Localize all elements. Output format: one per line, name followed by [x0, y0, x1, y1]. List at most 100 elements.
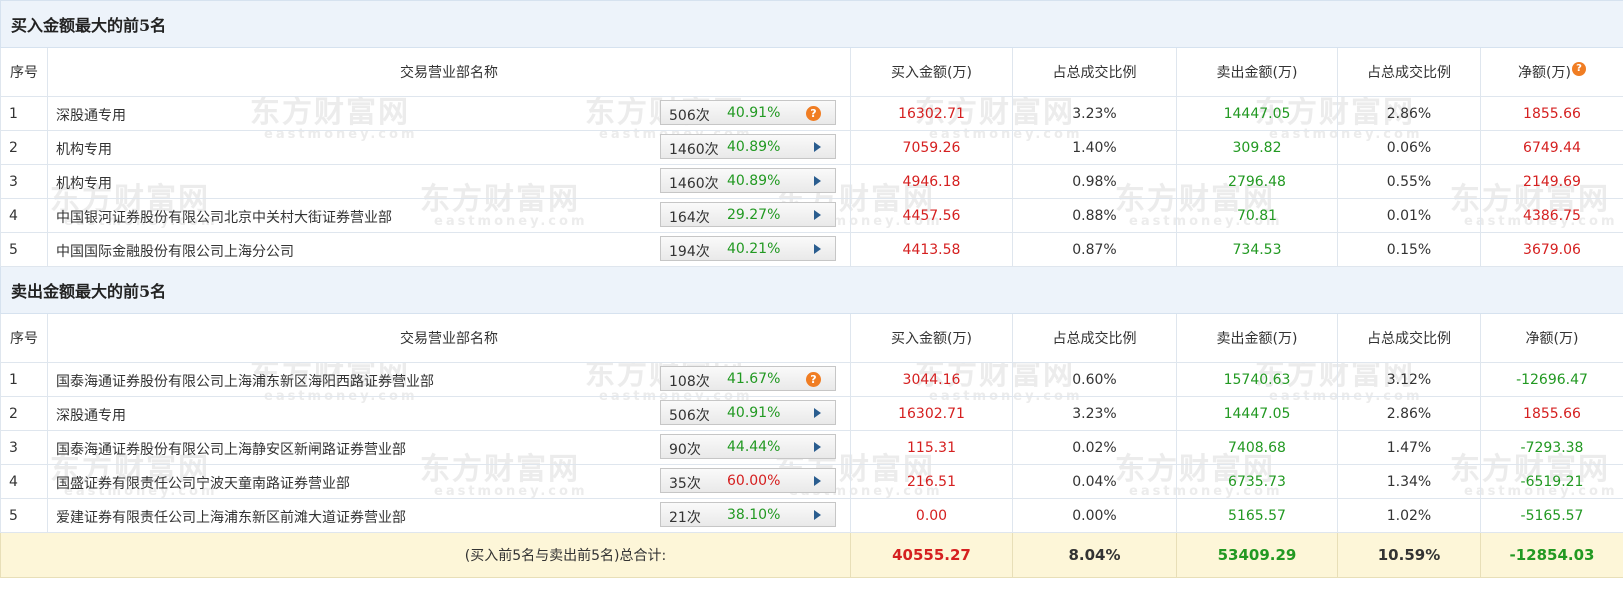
triangle-right-icon[interactable] — [814, 408, 821, 418]
appearance-count: 108次 — [669, 374, 710, 390]
table-row: 2 机构专用 1460次 40.89% 7059.26 1.40% 309.82 0.06% 6… — [0, 130, 1623, 165]
appearance-count: 506次 — [669, 108, 710, 124]
win-rate: 40.91% — [727, 105, 781, 121]
sell-ratio: 1.02% — [1337, 498, 1481, 533]
buy-amount: 0.00 — [850, 498, 1013, 533]
buy-amount: 16302.71 — [850, 396, 1013, 431]
header-buy-ratio: 占总成交比例 — [1012, 47, 1177, 97]
sell-ratio: 3.12% — [1337, 362, 1481, 397]
broker-name-link[interactable]: 深股通专用 — [56, 405, 126, 425]
broker-stats-tag[interactable]: 164次 29.27% — [660, 202, 836, 227]
win-rate: 40.89% — [727, 139, 781, 155]
net-amount: -5165.57 — [1480, 498, 1623, 533]
win-rate: 38.10% — [727, 507, 781, 523]
appearance-count: 35次 — [669, 476, 701, 492]
table-row: 2 深股通专用 506次 40.91% 16302.71 3.23% 14447.05 2.8… — [0, 396, 1623, 431]
broker-stats-tag[interactable]: 1460次 40.89% — [660, 134, 836, 159]
sell-amount: 14447.05 — [1176, 96, 1338, 131]
broker-stats-tag[interactable]: 506次 40.91% — [660, 400, 836, 425]
net-amount: -7293.38 — [1480, 430, 1623, 465]
broker-stats-tag[interactable]: 194次 40.21% — [660, 236, 836, 261]
sell-amount: 309.82 — [1176, 130, 1338, 165]
win-rate: 40.89% — [727, 173, 781, 189]
buy-amount: 16302.71 — [850, 96, 1013, 131]
header-sell-amount: 卖出金额(万) — [1176, 47, 1338, 97]
sell-section: 卖出金额最大的前5名 序号 交易营业部名称 买入金额(万) 占总成交比例 卖出金… — [0, 266, 1623, 533]
appearance-count: 21次 — [669, 510, 701, 526]
broker-name-link[interactable]: 机构专用 — [56, 173, 112, 193]
sell-ratio: 2.86% — [1337, 396, 1481, 431]
broker-name-link[interactable]: 深股通专用 — [56, 105, 126, 125]
triangle-right-icon[interactable] — [814, 510, 821, 520]
buy-ratio: 3.23% — [1012, 396, 1177, 431]
broker-name-cell: 爱建证券有限责任公司上海浦东新区前滩大道证券营业部 21次 38.10% — [47, 498, 851, 533]
total-buy-ratio: 8.04% — [1012, 532, 1177, 578]
sell-amount: 6735.73 — [1176, 464, 1338, 499]
triangle-right-icon[interactable] — [814, 244, 821, 254]
section-title-row: 买入金额最大的前5名 — [0, 0, 1623, 48]
broker-stats-tag[interactable]: 1460次 40.89% — [660, 168, 836, 193]
row-index: 4 — [0, 198, 48, 233]
broker-name-link[interactable]: 国泰海通证券股份有限公司上海静安区新闸路证券营业部 — [56, 439, 406, 459]
triangle-right-icon[interactable] — [814, 210, 821, 220]
header-sell-ratio: 占总成交比例 — [1337, 313, 1481, 363]
broker-name-cell: 深股通专用 506次 40.91%? — [47, 96, 851, 131]
total-buy-amount: 40555.27 — [850, 532, 1013, 578]
buy-ratio: 0.02% — [1012, 430, 1177, 465]
triangle-right-icon[interactable] — [814, 176, 821, 186]
table-row: 3 国泰海通证券股份有限公司上海静安区新闸路证券营业部 90次 44.44% 115.3… — [0, 430, 1623, 465]
total-row: (买入前5名与卖出前5名)总合计: 40555.27 8.04% 53409.2… — [0, 532, 1623, 578]
broker-name-cell: 机构专用 1460次 40.89% — [47, 130, 851, 165]
row-index: 2 — [0, 396, 48, 431]
row-index: 3 — [0, 164, 48, 199]
header-index: 序号 — [0, 47, 48, 97]
section-title-row: 卖出金额最大的前5名 — [0, 266, 1623, 314]
sell-ratio: 0.01% — [1337, 198, 1481, 233]
broker-stats-tag[interactable]: 108次 41.67%? — [660, 366, 836, 391]
appearance-count: 1460次 — [669, 176, 719, 192]
table-header: 序号 交易营业部名称 买入金额(万) 占总成交比例 卖出金额(万) 占总成交比例… — [0, 47, 1623, 97]
buy-ratio: 0.60% — [1012, 362, 1177, 397]
broker-name-link[interactable]: 爱建证券有限责任公司上海浦东新区前滩大道证券营业部 — [56, 507, 406, 527]
broker-name-link[interactable]: 国盛证券有限责任公司宁波天童南路证券营业部 — [56, 473, 350, 493]
total-label: (买入前5名与卖出前5名)总合计: — [0, 532, 851, 578]
question-circle-icon[interactable]: ? — [1571, 62, 1586, 76]
broker-stats-tag[interactable]: 21次 38.10% — [660, 502, 836, 527]
net-amount: 2149.69 — [1480, 164, 1623, 199]
net-amount: 1855.66 — [1480, 96, 1623, 131]
triangle-right-icon[interactable] — [814, 442, 821, 452]
appearance-count: 164次 — [669, 210, 710, 226]
broker-stats-tag[interactable]: 90次 44.44% — [660, 434, 836, 459]
buy-section-title: 买入金额最大的前5名 — [0, 0, 1623, 48]
buy-ratio: 0.87% — [1012, 232, 1177, 267]
sell-amount: 2796.48 — [1176, 164, 1338, 199]
sell-amount: 15740.63 — [1176, 362, 1338, 397]
header-sell-amount: 卖出金额(万) — [1176, 313, 1338, 363]
total-net-amount: -12854.03 — [1480, 532, 1623, 578]
sell-ratio: 0.15% — [1337, 232, 1481, 267]
triangle-right-icon[interactable] — [814, 142, 821, 152]
broker-name-link[interactable]: 机构专用 — [56, 139, 112, 159]
table-row: 5 爱建证券有限责任公司上海浦东新区前滩大道证券营业部 21次 38.10% 0.00 0… — [0, 498, 1623, 533]
appearance-count: 90次 — [669, 442, 701, 458]
broker-name-cell: 国泰海通证券股份有限公司上海静安区新闸路证券营业部 90次 44.44% — [47, 430, 851, 465]
sell-ratio: 0.55% — [1337, 164, 1481, 199]
question-circle-icon[interactable]: ? — [806, 372, 821, 387]
table-row: 1 国泰海通证券股份有限公司上海浦东新区海阳西路证券营业部 108次 41.67%? 3… — [0, 362, 1623, 397]
broker-name-link[interactable]: 中国国际金融股份有限公司上海分公司 — [56, 241, 294, 261]
buy-ratio: 1.40% — [1012, 130, 1177, 165]
question-circle-icon[interactable]: ? — [806, 106, 821, 121]
table-row: 3 机构专用 1460次 40.89% 4946.18 0.98% 2796.48 0.55%… — [0, 164, 1623, 199]
win-rate: 40.91% — [727, 405, 781, 421]
buy-ratio: 0.98% — [1012, 164, 1177, 199]
table-row: 4 国盛证券有限责任公司宁波天童南路证券营业部 35次 60.00% 216.51 0.0… — [0, 464, 1623, 499]
triangle-right-icon[interactable] — [814, 476, 821, 486]
broker-stats-tag[interactable]: 506次 40.91%? — [660, 100, 836, 125]
broker-stats-tag[interactable]: 35次 60.00% — [660, 468, 836, 493]
broker-name-link[interactable]: 中国银河证券股份有限公司北京中关村大街证券营业部 — [56, 207, 392, 227]
row-index: 1 — [0, 362, 48, 397]
header-buy-amount: 买入金额(万) — [850, 47, 1013, 97]
buy-ratio: 0.04% — [1012, 464, 1177, 499]
broker-name-link[interactable]: 国泰海通证券股份有限公司上海浦东新区海阳西路证券营业部 — [56, 371, 434, 391]
appearance-count: 506次 — [669, 408, 710, 424]
